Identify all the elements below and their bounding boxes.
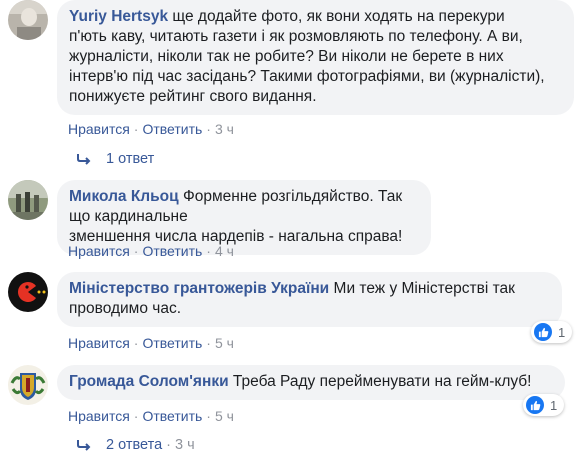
reply-link[interactable]: Ответить [142,243,202,259]
comment-text-line: проводимо час. [69,300,182,317]
separator-dot: · [206,121,211,137]
reply-link[interactable]: Ответить [142,121,202,137]
reaction-count: 1 [558,324,566,340]
separator-dot: · [206,335,211,351]
comment-actions: Нравится · Ответить · 5 ч [68,335,234,351]
timestamp[interactable]: 5 ч [215,335,234,351]
like-link[interactable]: Нравится [68,243,130,259]
reaction-summary[interactable]: 1 [531,321,573,343]
avatar[interactable] [8,180,48,220]
timestamp[interactable]: 4 ч [215,243,234,259]
separator-dot: · [206,408,211,424]
separator-dot: · [133,243,139,259]
separator-dot: · [133,335,139,351]
like-link[interactable]: Нравится [68,121,130,137]
reaction-summary[interactable]: 1 [523,394,565,416]
comment-actions: Нравится · Ответить · 5 ч [68,408,234,424]
reply-link[interactable]: Ответить [142,335,202,351]
replies-count[interactable]: 1 ответ [106,151,154,167]
reply-link[interactable]: Ответить [142,408,202,424]
avatar[interactable] [8,0,48,40]
thumbs-up-icon [534,323,552,341]
like-link[interactable]: Нравится [68,335,130,351]
comment-author[interactable]: Громада Солом'янки [69,373,229,390]
separator-dot: · [206,243,211,259]
separator-dot: · [133,408,139,424]
avatar[interactable] [8,365,48,405]
reply-arrow-icon [76,153,92,165]
comment-text-line: журналісти, ніколи так не робите? Ви нік… [69,48,504,65]
timestamp[interactable]: 3 ч [175,437,195,453]
comment-author[interactable]: Міністерство грантожерів України [69,280,329,297]
avatar[interactable] [8,272,48,312]
replies-count[interactable]: 2 ответа [106,437,162,453]
separator-dot: · [133,121,139,137]
comment-actions: Нравится · Ответить · 3 ч [68,121,234,137]
view-replies[interactable]: 2 ответа · 3 ч [76,437,195,453]
comment-bubble: Міністерство грантожерів України Ми теж … [57,272,562,327]
view-replies[interactable]: 1 ответ [76,151,154,167]
comment-text-line: Треба Раду перейменувати на гейм-клуб! [232,373,532,390]
comment-text-line: Ми теж у Міністерстві так [333,280,515,297]
comment-bubble: Yuriy Hertsyk ще додайте фото, як вони х… [57,0,574,115]
reply-arrow-icon [76,439,92,451]
comment-text-line: ще додайте фото, як вони ходять на перек… [172,8,505,25]
separator-dot: · [166,437,171,453]
timestamp[interactable]: 3 ч [215,121,234,137]
comment-text-line: п'ють каву, читають газети і як розмовля… [69,28,523,45]
comment-actions: Нравится · Ответить · 4 ч [68,243,234,259]
timestamp[interactable]: 5 ч [215,408,234,424]
comment-text-line: інтерв'ю під час засідань? Такими фотогр… [69,68,545,85]
reaction-count: 1 [550,397,558,413]
comment-author[interactable]: Yuriy Hertsyk [69,8,168,25]
like-link[interactable]: Нравится [68,408,130,424]
comment-author[interactable]: Микола Кльоц [69,188,179,205]
comment-bubble: Громада Солом'янки Треба Раду перейменув… [57,365,565,400]
comment-text-line: понижуєте рейтинг свого видання. [69,88,317,105]
thumbs-up-icon [526,396,544,414]
